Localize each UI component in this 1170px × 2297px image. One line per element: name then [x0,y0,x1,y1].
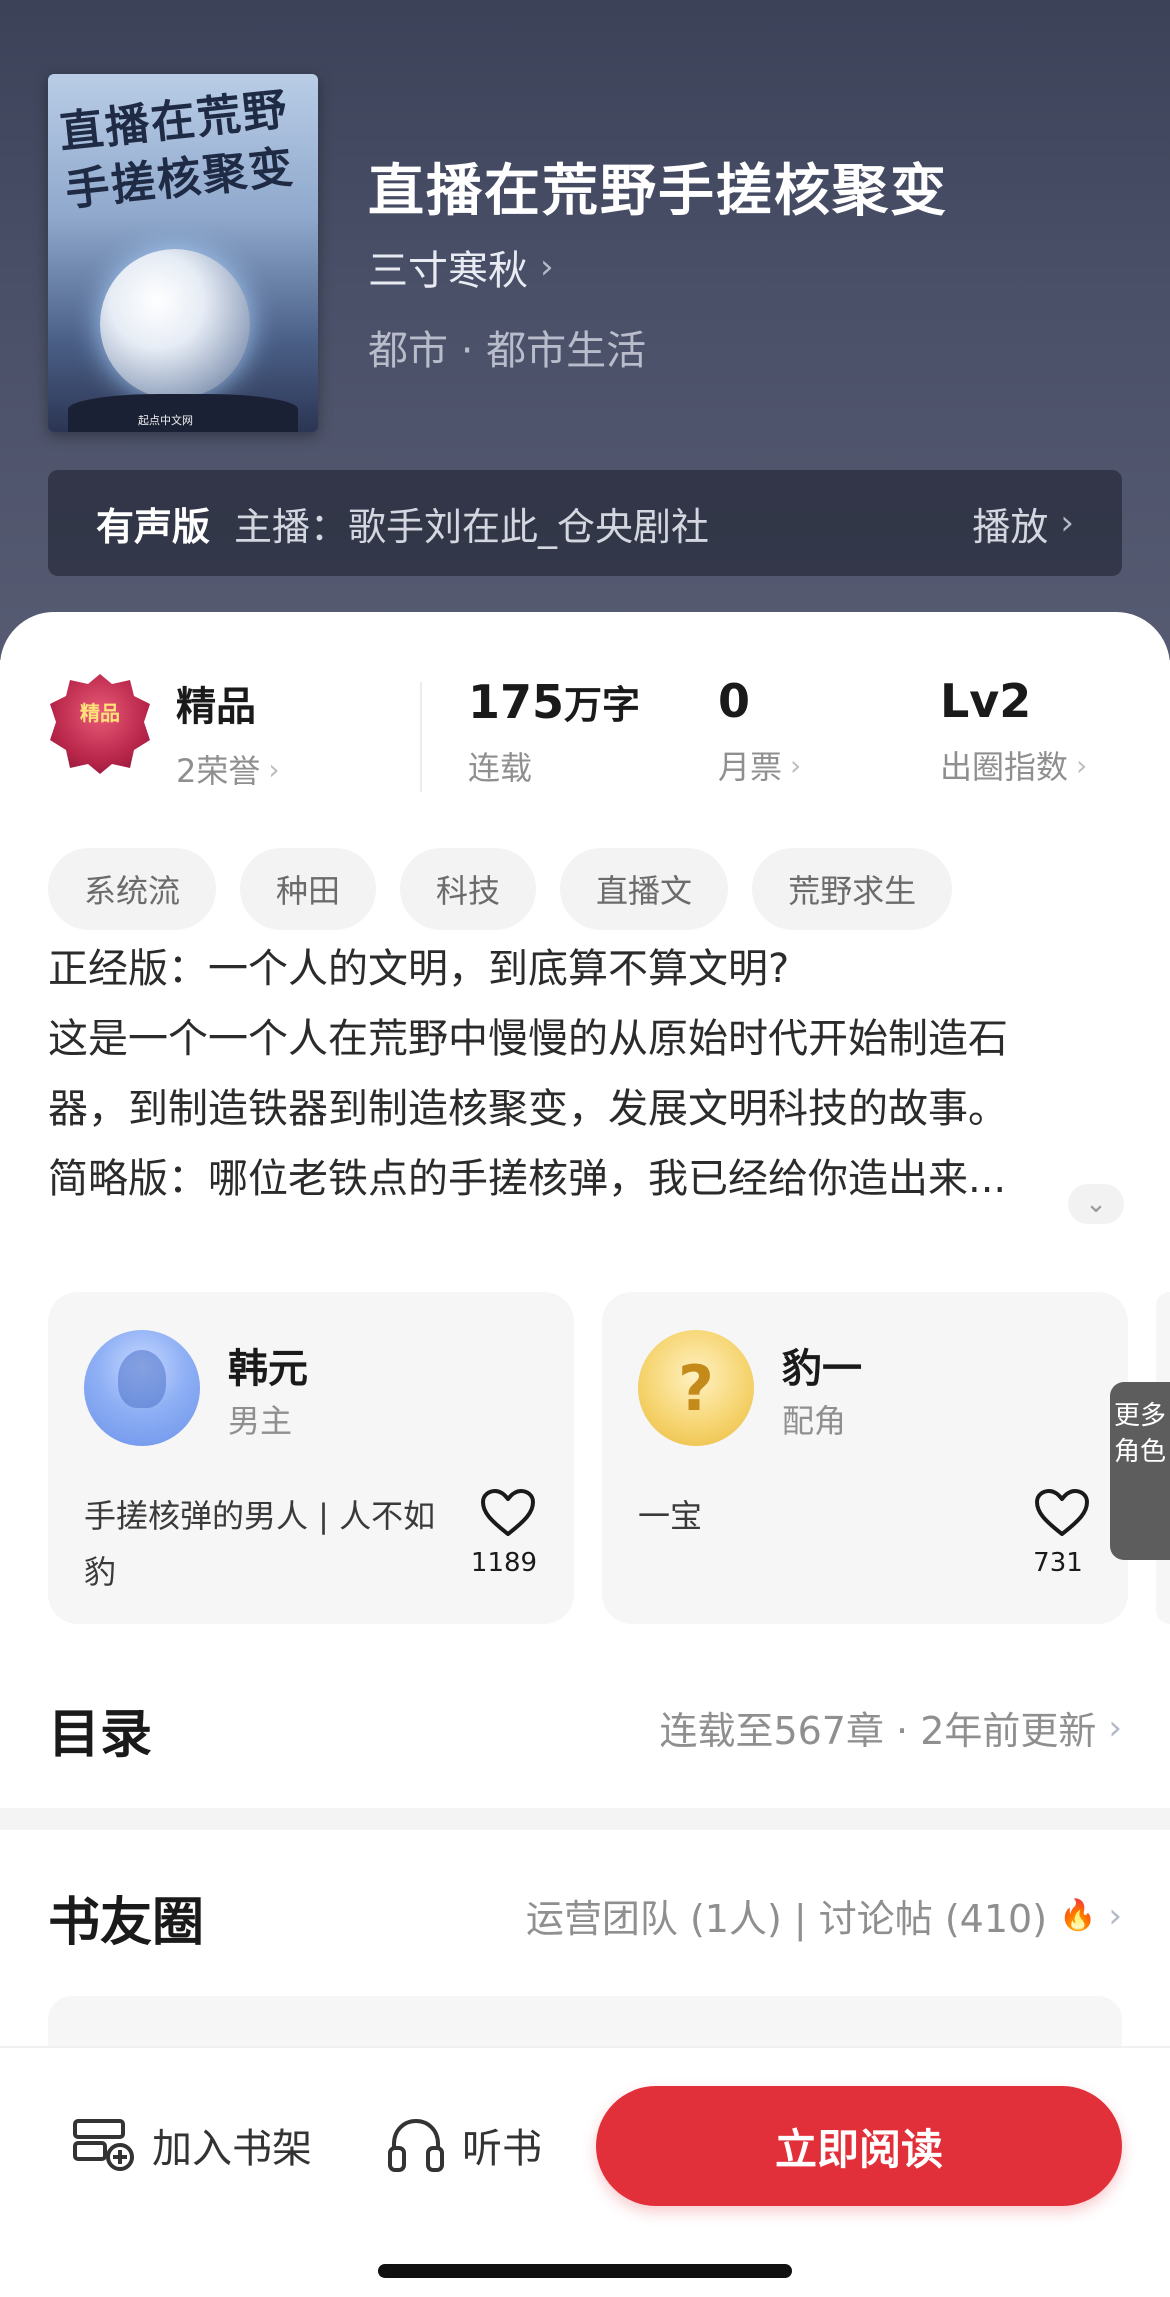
tag-list: 系统流 种田 科技 直播文 荒野求生 [48,848,953,930]
description-line: 简略版：哪位老铁点的手搓核弹，我已经给你造出来... [48,1156,1007,1202]
book-category: 都市 · 都市生活 [368,328,647,374]
character-description: 手搓核弹的男人 | 人不如豹 [84,1497,436,1591]
listen-button[interactable]: 听书 [386,2116,542,2174]
avatar: ? [638,1330,754,1446]
cover-orb-art [100,249,250,399]
avatar [84,1330,200,1446]
chevron-right-icon: › [540,247,554,287]
book-title: 直播在荒野手搓核聚变 [368,159,948,224]
book-circle-link[interactable]: 运营团队 (1人) | 讨论帖 (410) 🔥 › [526,1888,1122,1943]
heart-icon[interactable] [1034,1488,1090,1538]
book-circle-info: 运营团队 (1人) | 讨论帖 (410) [525,1897,1048,1941]
audio-version-bar[interactable]: 有声版 主播：歌手刘在此_仓央剧社 播放 › [48,470,1122,576]
description-line: 器，到制造铁器到制造核聚变，发展文明科技的故事。 [48,1086,1008,1132]
chevron-right-icon: › [268,752,280,786]
honor-sub: 2荣誉 › [176,746,280,792]
cover-publisher-mark: 起点中文网 [138,414,193,427]
word-count-number: 175 [468,675,565,729]
book-circle-title: 书友圈 [48,1893,205,1953]
book-cover-image[interactable]: 直播在荒野手搓核聚变 起点中文网 [48,74,318,432]
character-name: 韩元 [228,1346,308,1392]
audio-label: 有声版 [96,504,211,549]
character-card[interactable]: 韩元 男主 手搓核弹的男人 | 人不如豹 1189 [48,1292,574,1624]
tag-chip[interactable]: 科技 [400,848,537,930]
chevron-right-icon: › [790,748,802,782]
premium-badge-icon[interactable]: 精品 [50,674,150,784]
word-count-value: 175万字 [468,674,640,729]
heart-icon[interactable] [480,1488,536,1538]
serial-status-label: 连载 [468,749,533,787]
character-role: 配角 [782,1402,847,1440]
stats-divider [420,682,422,792]
add-to-shelf-button[interactable]: 加入书架 [72,2116,312,2174]
influence-index-label: 出圈指数 [940,748,1069,786]
audio-play-button[interactable]: 播放 › [972,496,1074,551]
character-description: 一宝 [638,1497,703,1535]
like-count: 1189 [470,1548,538,1578]
audio-play-label: 播放 [972,504,1049,549]
bottom-action-bar: 加入书架 听书 立即阅读 [0,2046,1170,2297]
monthly-ticket-stat[interactable]: 0 月票 › [718,674,801,788]
book-description[interactable]: 正经版：一个人的文明，到底算不算文明? 这是一个一个人在荒野中慢慢的从原始时代开… [48,934,1128,1214]
description-line: 这是一个一个人在荒野中慢慢的从原始时代开始制造石 [48,1016,1008,1062]
expand-description-chevron-down-icon[interactable]: ⌄ [1068,1184,1124,1224]
author-link[interactable]: 三寸寒秋 › [368,238,554,296]
shelf-add-icon [73,2119,134,2171]
honor-count: 2荣誉 [176,752,261,790]
chevron-right-icon: › [1060,503,1074,543]
fire-icon: 🔥 [1059,1898,1097,1933]
cover-title-art: 直播在荒野手搓核聚变 [56,84,298,217]
character-name: 豹一 [782,1346,862,1392]
book-header: 直播在荒野手搓核聚变 起点中文网 直播在荒野手搓核聚变 三寸寒秋 › 都市 · … [0,0,1170,660]
honor-title: 精品 [176,684,256,730]
word-count-stat: 175万字 连载 [468,674,640,789]
word-count-unit: 万字 [564,683,641,727]
chevron-right-icon: › [1076,748,1088,782]
headphones-icon [388,2118,444,2172]
tag-chip[interactable]: 种田 [240,848,377,930]
chevron-right-icon: › [1108,1895,1122,1936]
tag-chip[interactable]: 荒野求生 [752,848,953,930]
description-line: 正经版：一个人的文明，到底算不算文明? [48,946,790,992]
character-role: 男主 [228,1402,293,1440]
catalog-link[interactable]: 连载至567章 · 2年前更新 › [659,1700,1122,1755]
audio-host: 主播：歌手刘在此_仓央剧社 [234,504,710,549]
monthly-ticket-value: 0 [718,674,751,728]
more-roles-button[interactable]: 更多角色 [1110,1382,1170,1560]
honor-stat[interactable]: 精品 2荣誉 › [176,674,280,792]
add-to-shelf-label: 加入书架 [152,2126,312,2172]
listen-label: 听书 [462,2126,542,2172]
monthly-ticket-sub: 月票 › [718,742,801,788]
author-name: 三寸寒秋 [368,248,528,294]
influence-index-stat[interactable]: Lv2 出圈指数 › [940,674,1087,788]
influence-index-value: Lv2 [940,674,1032,728]
book-detail-card: 精品 精品 2荣誉 › 175万字 连载 0 月票 › Lv2 出圈指数 › 系… [0,612,1170,2297]
home-indicator [378,2264,792,2278]
tag-chip[interactable]: 系统流 [48,848,217,930]
catalog-status: 连载至567章 · 2年前更新 [659,1709,1097,1753]
like-count: 731 [1033,1548,1083,1578]
section-divider [0,1808,1170,1830]
influence-index-sub: 出圈指数 › [940,742,1087,788]
read-now-button[interactable]: 立即阅读 [596,2086,1122,2206]
chevron-right-icon: › [1108,1707,1122,1748]
tag-chip[interactable]: 直播文 [560,848,729,930]
catalog-title: 目录 [48,1705,153,1765]
badge-text: 精品 [80,701,120,725]
character-card[interactable]: ? 豹一 配角 一宝 731 [602,1292,1128,1624]
unknown-character-icon: ? [678,1352,714,1425]
monthly-ticket-label: 月票 [718,748,783,786]
serial-status: 连载 [468,743,640,789]
